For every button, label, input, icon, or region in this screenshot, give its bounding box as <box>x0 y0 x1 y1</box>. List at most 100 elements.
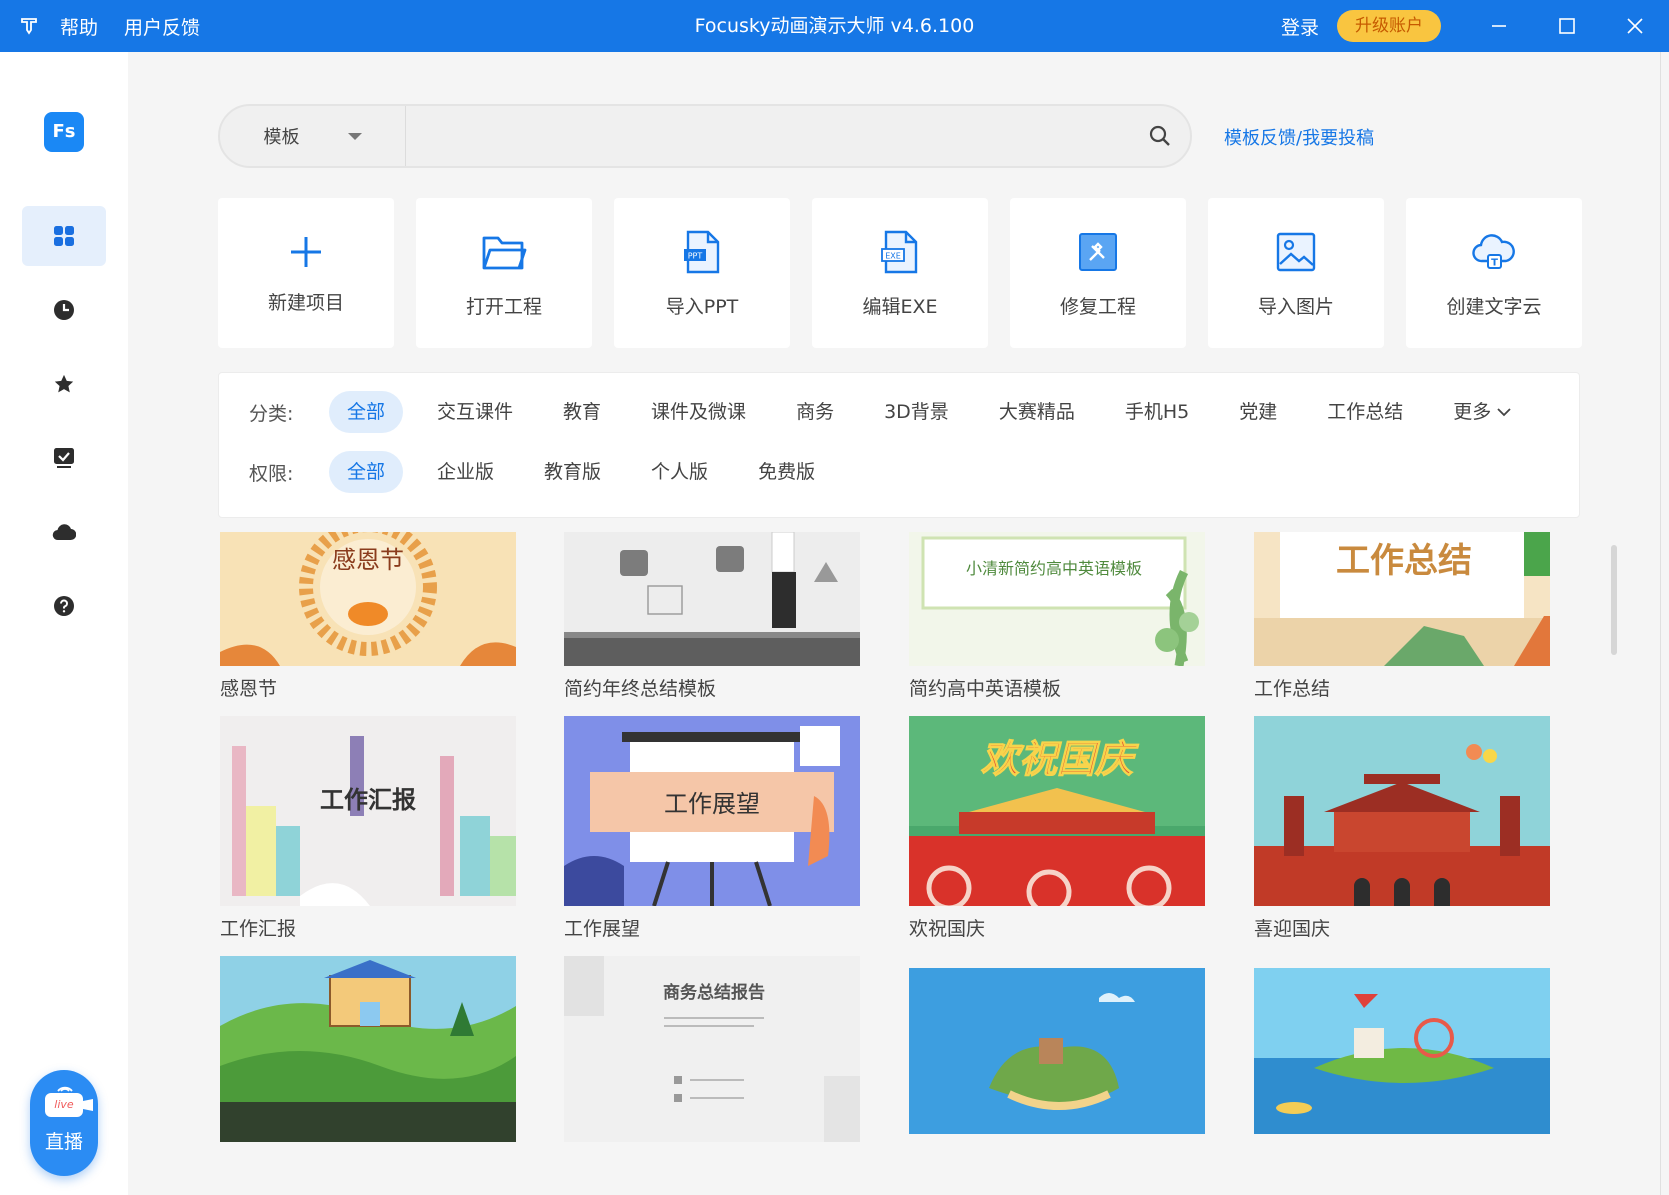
template-thumbnail: 工作展望 <box>564 716 860 906</box>
sidebar-item-tasks[interactable] <box>22 428 106 488</box>
image-icon <box>1272 228 1320 276</box>
template-card[interactable] <box>1254 968 1550 1134</box>
template-thumb-title: 商务总结报告 <box>663 982 765 1003</box>
permission-chip[interactable]: 教育版 <box>526 451 619 493</box>
template-thumbnail <box>564 532 860 666</box>
category-chip[interactable]: 手机H5 <box>1107 391 1207 433</box>
import-ppt-button[interactable]: PPT 导入PPT <box>614 198 790 348</box>
category-label: 分类: <box>249 402 294 425</box>
template-card[interactable]: 喜迎国庆 <box>1254 716 1550 941</box>
template-thumb-title: 工作总结 <box>1336 541 1472 581</box>
permission-label: 权限: <box>249 462 294 485</box>
template-thumb-title: 感恩节 <box>332 546 404 574</box>
category-chip[interactable]: 交互课件 <box>419 391 531 433</box>
word-cloud-tag: T <box>1491 258 1498 269</box>
permission-chip[interactable]: 个人版 <box>633 451 726 493</box>
template-thumbnail <box>220 956 516 1142</box>
sidebar-item-recent[interactable] <box>22 280 106 340</box>
import-image-label: 导入图片 <box>1257 296 1334 318</box>
template-caption: 工作总结 <box>1254 678 1331 700</box>
category-chip[interactable]: 教育 <box>545 391 619 433</box>
sidebar-item-templates[interactable] <box>22 206 106 266</box>
new-project-label: 新建项目 <box>267 292 344 314</box>
star-icon <box>54 374 74 393</box>
template-caption: 喜迎国庆 <box>1254 918 1331 940</box>
scrollbar-thumb[interactable] <box>1611 545 1617 655</box>
edit-exe-button[interactable]: EXE 编辑EXE <box>812 198 988 348</box>
menu-help[interactable]: 帮助 <box>60 13 98 40</box>
apps-icon <box>54 226 74 246</box>
permission-chip-all[interactable]: 全部 <box>329 451 404 493</box>
template-card[interactable] <box>220 956 516 1142</box>
template-card[interactable]: 工作汇报 工作汇报 <box>220 716 516 941</box>
template-card[interactable]: 工作总结 工作总结 <box>1254 532 1550 701</box>
more-categories-button[interactable]: 更多 <box>1435 391 1529 433</box>
pin-icon[interactable] <box>18 15 40 37</box>
close-icon[interactable] <box>1601 0 1669 52</box>
template-card[interactable]: 工作展望 工作展望 <box>564 716 860 941</box>
template-card[interactable]: 欢祝国庆 欢祝国庆 <box>909 716 1205 941</box>
template-thumbnail <box>1254 716 1550 906</box>
new-project-button[interactable]: 新建项目 <box>218 198 394 348</box>
template-card[interactable]: 商务总结报告 <box>564 956 860 1142</box>
clock-icon <box>54 300 74 320</box>
category-chip-all[interactable]: 全部 <box>329 391 404 433</box>
template-thumbnail: 工作汇报 <box>220 716 516 906</box>
create-word-cloud-label: 创建文字云 <box>1446 296 1542 318</box>
sidebar-item-help[interactable] <box>22 576 106 636</box>
app-logo: Fs <box>44 112 84 152</box>
search-icon[interactable] <box>1130 106 1190 166</box>
open-project-button[interactable]: 打开工程 <box>416 198 592 348</box>
template-caption: 工作汇报 <box>220 918 297 940</box>
category-chip[interactable]: 党建 <box>1221 391 1295 433</box>
help-icon <box>54 596 74 616</box>
category-chip[interactable]: 商务 <box>778 391 852 433</box>
search-input[interactable] <box>406 106 1130 166</box>
more-label: 更多 <box>1453 401 1492 423</box>
login-button[interactable]: 登录 <box>1281 13 1319 40</box>
repair-icon <box>1074 228 1122 276</box>
filter-panel: 分类: 全部 交互课件 教育 课件及微课 商务 3D背景 大赛精品 手机H5 党… <box>218 372 1580 518</box>
plus-icon <box>282 228 330 276</box>
search-type-label: 模板 <box>263 127 300 148</box>
template-card[interactable]: 简约年终总结模板 <box>564 532 860 701</box>
repair-project-button[interactable]: 修复工程 <box>1010 198 1186 348</box>
category-chip[interactable]: 大赛精品 <box>981 391 1093 433</box>
import-ppt-label: 导入PPT <box>665 296 739 318</box>
live-stream-button[interactable]: live 直播 <box>30 1070 98 1176</box>
template-thumbnail: 欢祝国庆 <box>909 716 1205 906</box>
permission-chip[interactable]: 企业版 <box>419 451 512 493</box>
search-type-dropdown[interactable]: 模板 <box>220 106 406 166</box>
import-image-button[interactable]: 导入图片 <box>1208 198 1384 348</box>
repair-project-label: 修复工程 <box>1059 296 1136 318</box>
template-thumbnail: 感恩节 <box>220 532 516 666</box>
category-chip[interactable]: 工作总结 <box>1309 391 1421 433</box>
template-caption: 感恩节 <box>220 678 278 700</box>
sidebar-item-favorites[interactable] <box>22 354 106 414</box>
chevron-down-icon <box>347 132 362 140</box>
template-thumb-title: 工作汇报 <box>320 786 416 814</box>
category-filter-row: 分类: 全部 交互课件 教育 课件及微课 商务 3D背景 大赛精品 手机H5 党… <box>249 391 1529 433</box>
maximize-icon[interactable] <box>1533 0 1601 52</box>
upgrade-account-button[interactable]: 升级账户 <box>1337 10 1441 42</box>
template-thumb-title: 小清新简约高中英语模板 <box>966 559 1142 578</box>
category-chip[interactable]: 课件及微课 <box>633 391 764 433</box>
template-card[interactable]: 小清新简约高中英语模板 简约高中英语模板 <box>909 532 1205 701</box>
permission-chip[interactable]: 免费版 <box>740 451 833 493</box>
template-feedback-link[interactable]: 模板反馈/我要投稿 <box>1224 124 1374 150</box>
cloud-icon <box>52 524 76 541</box>
create-word-cloud-button[interactable]: T 创建文字云 <box>1406 198 1582 348</box>
title-bar: 帮助 用户反馈 Focusky动画演示大师 v4.6.100 登录 升级账户 <box>0 0 1669 52</box>
template-thumbnail: 商务总结报告 <box>564 956 860 1142</box>
minimize-icon[interactable] <box>1465 0 1533 52</box>
template-card[interactable]: 感恩节 感恩节 <box>220 532 516 701</box>
template-caption: 简约高中英语模板 <box>909 678 1062 700</box>
menu-user-feedback[interactable]: 用户反馈 <box>124 13 200 40</box>
template-thumbnail: 工作总结 <box>1254 532 1550 666</box>
ppt-icon: PPT <box>678 228 726 276</box>
template-card[interactable] <box>909 968 1205 1134</box>
category-chip[interactable]: 3D背景 <box>866 391 967 433</box>
live-badge-text: live <box>54 1098 74 1111</box>
sidebar-item-cloud[interactable] <box>22 502 106 562</box>
search-bar: 模板 <box>218 104 1192 168</box>
